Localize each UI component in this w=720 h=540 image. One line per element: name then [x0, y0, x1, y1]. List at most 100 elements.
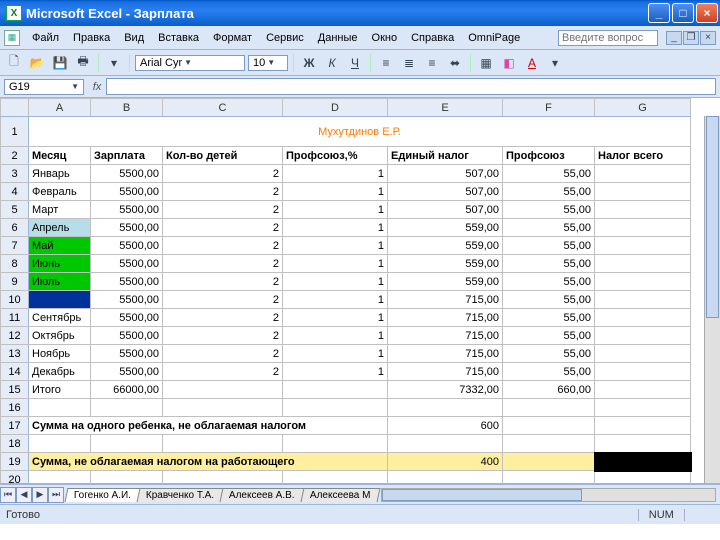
cell[interactable]	[595, 273, 691, 291]
cell[interactable]: 5500,00	[91, 291, 163, 309]
cell[interactable]	[91, 471, 163, 485]
column-header[interactable]: A	[29, 99, 91, 117]
cell[interactable]: 1	[283, 237, 388, 255]
cell[interactable]	[29, 471, 91, 485]
cell[interactable]: 1	[283, 309, 388, 327]
sheet-nav-first[interactable]: ⏮	[0, 487, 16, 503]
row-header[interactable]: 4	[1, 183, 29, 201]
print-icon[interactable]: 🖶	[73, 53, 93, 73]
cell[interactable]: 5500,00	[91, 219, 163, 237]
cell[interactable]	[595, 255, 691, 273]
row-header[interactable]: 2	[1, 147, 29, 165]
cell[interactable]: Итого	[29, 381, 91, 399]
cell[interactable]: 55,00	[503, 201, 595, 219]
cell[interactable]: 660,00	[503, 381, 595, 399]
row-header[interactable]: 12	[1, 327, 29, 345]
header-cell[interactable]: Профсоюз,%	[283, 147, 388, 165]
doc-restore-button[interactable]: ❐	[683, 31, 699, 45]
active-cell[interactable]	[595, 453, 691, 471]
close-button[interactable]: ×	[696, 3, 718, 23]
cell[interactable]	[503, 417, 595, 435]
sheet-tab[interactable]: Алексеев А.В.	[220, 488, 305, 502]
cell[interactable]	[595, 219, 691, 237]
cell[interactable]: 2	[163, 255, 283, 273]
cell[interactable]: 66000,00	[91, 381, 163, 399]
cell[interactable]	[91, 435, 163, 453]
cell[interactable]: 2	[163, 219, 283, 237]
header-cell[interactable]: Месяц	[29, 147, 91, 165]
column-header[interactable]: B	[91, 99, 163, 117]
menu-format[interactable]: Формат	[207, 30, 258, 46]
column-header[interactable]: F	[503, 99, 595, 117]
cell[interactable]	[163, 399, 283, 417]
cell[interactable]	[163, 471, 283, 485]
cell[interactable]	[595, 291, 691, 309]
cell[interactable]: 559,00	[388, 273, 503, 291]
cell[interactable]	[595, 417, 691, 435]
column-header[interactable]: D	[283, 99, 388, 117]
cell[interactable]: Май	[29, 237, 91, 255]
row-header[interactable]: 14	[1, 363, 29, 381]
cell[interactable]	[388, 399, 503, 417]
cell[interactable]	[503, 399, 595, 417]
align-left-icon[interactable]: ≡	[376, 53, 396, 73]
row-header[interactable]: 3	[1, 165, 29, 183]
row-header[interactable]: 18	[1, 435, 29, 453]
sheet-tab[interactable]: Алексеева М	[300, 488, 380, 502]
cell[interactable]: 507,00	[388, 183, 503, 201]
cell[interactable]: 55,00	[503, 291, 595, 309]
align-right-icon[interactable]: ≡	[422, 53, 442, 73]
cell[interactable]: 5500,00	[91, 201, 163, 219]
cell[interactable]: 55,00	[503, 183, 595, 201]
cell[interactable]	[595, 183, 691, 201]
cell[interactable]: 5500,00	[91, 363, 163, 381]
cell[interactable]: 715,00	[388, 363, 503, 381]
font-color-icon[interactable]: A	[522, 53, 542, 73]
cell[interactable]	[595, 363, 691, 381]
cell[interactable]	[595, 471, 691, 485]
cell[interactable]: 715,00	[388, 327, 503, 345]
cell[interactable]: 5500,00	[91, 309, 163, 327]
cell[interactable]	[503, 435, 595, 453]
cell[interactable]: 1	[283, 165, 388, 183]
header-cell[interactable]: Кол-во детей	[163, 147, 283, 165]
cell[interactable]	[595, 399, 691, 417]
workbook-icon[interactable]: ▦	[4, 30, 20, 46]
cell[interactable]: 55,00	[503, 327, 595, 345]
cell[interactable]: 1	[283, 345, 388, 363]
borders-icon[interactable]: ▦	[476, 53, 496, 73]
new-icon[interactable]: 🗋	[4, 53, 24, 73]
doc-close-button[interactable]: ×	[700, 31, 716, 45]
cell[interactable]: 55,00	[503, 165, 595, 183]
cell[interactable]	[595, 435, 691, 453]
cell[interactable]	[595, 327, 691, 345]
open-icon[interactable]: 📂	[27, 53, 47, 73]
cell[interactable]: 1	[283, 183, 388, 201]
cell[interactable]: Сумма, не облагаемая налогом на работающ…	[29, 453, 388, 471]
cell[interactable]: 1	[283, 363, 388, 381]
cell[interactable]: 55,00	[503, 219, 595, 237]
cell[interactable]	[283, 399, 388, 417]
cell[interactable]: 55,00	[503, 273, 595, 291]
scrollbar-thumb[interactable]	[382, 489, 582, 501]
vertical-scrollbar[interactable]	[704, 116, 720, 483]
toolbar-options-icon[interactable]: ▾	[545, 53, 565, 73]
row-header[interactable]: 16	[1, 399, 29, 417]
row-header[interactable]: 19	[1, 453, 29, 471]
cell[interactable]: 2	[163, 291, 283, 309]
save-icon[interactable]: 💾	[50, 53, 70, 73]
cell[interactable]: 55,00	[503, 255, 595, 273]
cell[interactable]: 715,00	[388, 291, 503, 309]
cell[interactable]: Апрель	[29, 219, 91, 237]
column-header[interactable]: G	[595, 99, 691, 117]
cell[interactable]: Февраль	[29, 183, 91, 201]
cell[interactable]: 5500,00	[91, 183, 163, 201]
cell[interactable]: 1	[283, 255, 388, 273]
cell[interactable]	[283, 435, 388, 453]
cell[interactable]: 2	[163, 327, 283, 345]
cell[interactable]	[283, 471, 388, 485]
cell[interactable]: 5500,00	[91, 237, 163, 255]
menu-window[interactable]: Окно	[366, 30, 404, 46]
row-header[interactable]: 7	[1, 237, 29, 255]
header-cell[interactable]: Профсоюз	[503, 147, 595, 165]
